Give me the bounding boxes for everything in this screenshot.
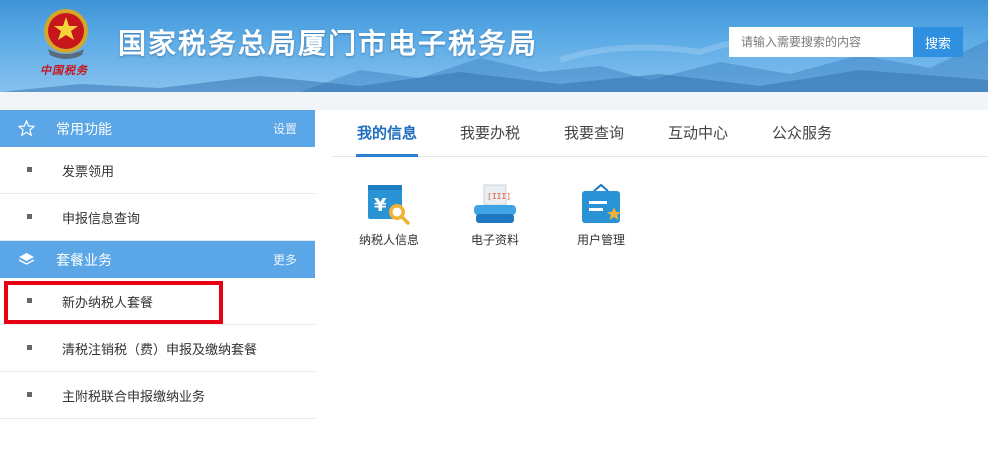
section-title-packages: 套餐业务	[56, 252, 112, 269]
bottom-strip	[0, 424, 988, 452]
sidebar-item-declaration-query[interactable]: 申报信息查询	[0, 194, 315, 241]
page-gap	[0, 92, 988, 110]
tab-query[interactable]: 我要查询	[563, 110, 625, 157]
site-header: 中国税务 国家税务总局厦门市电子税务局 搜索	[0, 0, 988, 92]
app-label: 电子资料	[470, 233, 519, 247]
highlight-annotation-box	[4, 281, 223, 324]
emblem-caption: 中国税务	[40, 64, 88, 77]
site-title: 国家税务总局厦门市电子税务局	[118, 27, 539, 60]
search-button[interactable]: 搜索	[913, 27, 963, 57]
settings-link[interactable]: 设置	[273, 120, 297, 137]
app-taxpayer-info[interactable]: ¥ 纳税人信息	[349, 183, 429, 248]
search-input[interactable]	[729, 27, 913, 57]
svg-text:¥: ¥	[374, 195, 387, 216]
sidebar-item-deregistration-package[interactable]: 清税注销税（费）申报及缴纳套餐	[0, 325, 315, 372]
more-link[interactable]: 更多	[273, 251, 297, 268]
sidebar-item-label: 申报信息查询	[62, 211, 141, 227]
bullet-icon	[27, 214, 32, 219]
tab-my-info[interactable]: 我的信息	[356, 110, 418, 157]
sidebar-section-packages: 套餐业务 更多	[0, 241, 315, 278]
star-icon	[18, 120, 35, 137]
sidebar-item-joint-declaration[interactable]: 主附税联合申报缴纳业务	[0, 372, 315, 419]
tab-bar: 我的信息 我要办税 我要查询 互动中心 公众服务	[333, 110, 988, 157]
bullet-icon	[27, 392, 32, 397]
bullet-icon	[27, 345, 32, 350]
taxpayer-info-icon: ¥	[368, 185, 410, 225]
tab-public-service[interactable]: 公众服务	[771, 110, 833, 157]
sidebar-item-label: 主附税联合申报缴纳业务	[62, 389, 206, 405]
main-panel: 我的信息 我要办税 我要查询 互动中心 公众服务 ¥ 纳税人信息 [III] 电…	[333, 110, 988, 452]
tax-emblem-icon	[44, 9, 88, 59]
sidebar-item-label: 清税注销税（费）申报及缴纳套餐	[62, 342, 258, 358]
layers-icon	[18, 253, 35, 265]
sidebar-item-label: 发票领用	[62, 164, 115, 180]
user-management-icon	[582, 183, 621, 223]
app-label: 纳税人信息	[358, 233, 419, 247]
sidebar-section-common: 常用功能 设置	[0, 110, 315, 147]
scanner-icon: [III]	[474, 184, 516, 223]
svg-text:[III]: [III]	[487, 192, 511, 201]
section-title-common: 常用功能	[56, 121, 112, 138]
tab-interaction-center[interactable]: 互动中心	[667, 110, 729, 157]
app-electronic-docs[interactable]: [III] 电子资料	[455, 183, 535, 248]
bullet-icon	[27, 167, 32, 172]
app-label: 用户管理	[576, 233, 625, 247]
sidebar-item-invoice[interactable]: 发票领用	[0, 147, 315, 194]
app-user-management[interactable]: 用户管理	[561, 183, 641, 248]
tab-tax-handling[interactable]: 我要办税	[459, 110, 521, 157]
